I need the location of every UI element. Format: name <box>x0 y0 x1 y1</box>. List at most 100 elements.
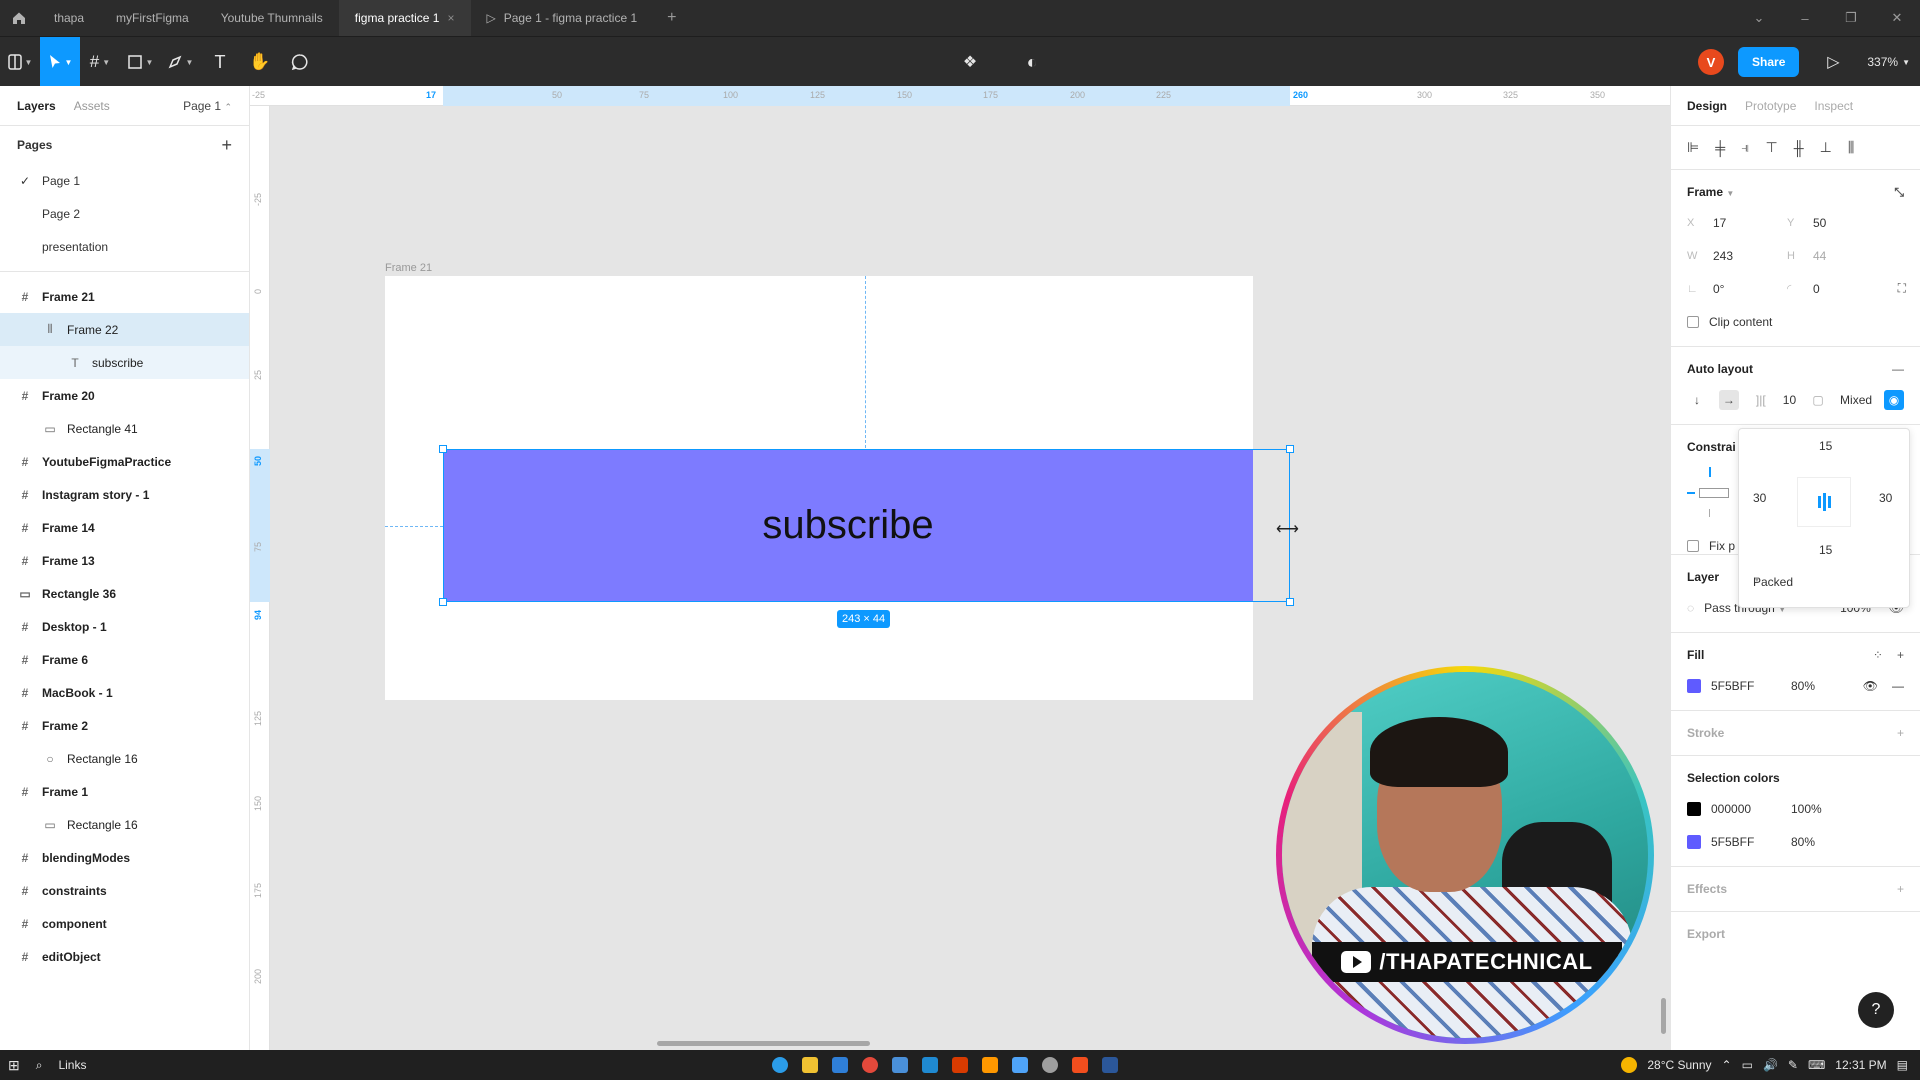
constraints-widget[interactable] <box>1687 465 1737 521</box>
comment-tool[interactable] <box>280 37 320 87</box>
keyboard-icon[interactable]: ⌨ <box>1808 1058 1825 1072</box>
y-field[interactable]: 50 <box>1813 216 1826 230</box>
padding-bottom-field[interactable]: 15 <box>1819 543 1832 557</box>
selection-color-row[interactable]: 5F5BFF 80% <box>1687 825 1904 858</box>
maximize-icon[interactable]: ❐ <box>1828 10 1874 26</box>
share-button[interactable]: Share <box>1738 47 1800 77</box>
app-icon[interactable] <box>1012 1057 1028 1073</box>
file-explorer-icon[interactable] <box>802 1057 818 1073</box>
spacing-field[interactable]: 10 <box>1783 393 1796 407</box>
taskbar-search-label[interactable]: Links <box>58 1058 86 1072</box>
corner-radius-field[interactable]: 0 <box>1813 282 1820 296</box>
frame-title[interactable]: Frame ▼ <box>1687 185 1734 199</box>
chevron-up-icon[interactable]: ⌃ <box>1722 1058 1732 1072</box>
mask-tool[interactable]: ◐ <box>1012 37 1052 87</box>
alignment-grid[interactable] <box>1797 477 1851 527</box>
layer-row[interactable]: # Desktop - 1 <box>0 610 249 643</box>
layer-row[interactable]: # Frame 21 <box>0 280 249 313</box>
tab-layers[interactable]: Layers <box>17 99 56 113</box>
weather-text[interactable]: 28°C Sunny <box>1647 1058 1711 1072</box>
layer-row[interactable]: # editObject <box>0 940 249 973</box>
align-top-icon[interactable]: ⊤ <box>1766 139 1778 156</box>
tab-prototype-page-1[interactable]: ▷ Page 1 - figma practice 1 <box>471 0 654 36</box>
styles-icon[interactable]: ⁘ <box>1873 648 1883 662</box>
layer-row[interactable]: # Frame 13 <box>0 544 249 577</box>
tab-prototype[interactable]: Prototype <box>1745 99 1796 113</box>
align-bottom-icon[interactable]: ⊥ <box>1820 139 1832 156</box>
close-icon[interactable]: × <box>447 11 454 25</box>
distribute-icon[interactable]: ⫼ <box>1848 139 1854 156</box>
tab-thapa[interactable]: thapa <box>38 0 100 36</box>
resize-handle[interactable] <box>439 598 447 606</box>
fill-hex-field[interactable]: 5F5BFF <box>1711 679 1791 693</box>
layer-row[interactable]: ▭ Rectangle 36 <box>0 577 249 610</box>
chrome-icon[interactable] <box>862 1057 878 1073</box>
add-page-button[interactable]: + <box>221 135 232 156</box>
layer-row[interactable]: # Frame 2 <box>0 709 249 742</box>
layer-row[interactable]: ▭ Rectangle 16 <box>0 808 249 841</box>
help-button[interactable]: ? <box>1858 992 1894 1028</box>
search-icon[interactable]: ⌕ <box>36 1058 43 1073</box>
remove-fill-icon[interactable]: — <box>1892 679 1904 693</box>
horizontal-scrollbar[interactable] <box>657 1041 870 1046</box>
volume-icon[interactable]: 🔊 <box>1763 1058 1778 1072</box>
new-tab-button[interactable]: + <box>653 9 690 27</box>
fill-swatch[interactable] <box>1687 678 1701 693</box>
color-swatch[interactable] <box>1687 801 1701 816</box>
independent-corners-icon[interactable]: ⛶ <box>1898 281 1906 296</box>
tab-myfirstfigma[interactable]: myFirstFigma <box>100 0 205 36</box>
remove-auto-layout-icon[interactable]: — <box>1892 362 1904 376</box>
home-icon[interactable] <box>0 0 38 36</box>
eye-icon[interactable]: 👁 <box>1863 679 1878 693</box>
add-effect-icon[interactable]: + <box>1897 882 1904 896</box>
page-item[interactable]: Page 2 <box>0 197 249 230</box>
height-field[interactable]: 44 <box>1813 249 1826 263</box>
selection-color-row[interactable]: 000000 100% <box>1687 792 1904 825</box>
network-icon[interactable]: ▭ <box>1742 1058 1753 1072</box>
notification-icon[interactable]: ▤ <box>1897 1058 1908 1072</box>
color-opacity[interactable]: 100% <box>1791 802 1822 816</box>
vscode-icon[interactable] <box>922 1057 938 1073</box>
shape-tool[interactable]: ▼ <box>120 37 160 87</box>
mail-icon[interactable] <box>832 1057 848 1073</box>
close-window-icon[interactable]: ✕ <box>1874 10 1920 26</box>
add-fill-icon[interactable]: + <box>1897 648 1904 662</box>
hand-tool[interactable]: ✋ <box>240 37 280 87</box>
layer-row[interactable]: Tsubscribe <box>0 346 249 379</box>
resize-to-fit-icon[interactable]: ⤡ <box>1894 185 1904 200</box>
align-right-icon[interactable]: ⫣ <box>1741 139 1749 156</box>
layer-row[interactable]: ▭ Rectangle 41 <box>0 412 249 445</box>
office-icon[interactable] <box>952 1057 968 1073</box>
layer-row[interactable]: # blendingModes <box>0 841 249 874</box>
vertical-direction-icon[interactable]: ↓ <box>1687 390 1707 410</box>
fix-position-checkbox[interactable] <box>1687 539 1699 552</box>
clock[interactable]: 12:31 PM <box>1835 1058 1886 1072</box>
tab-figma-practice-1[interactable]: figma practice 1 × <box>338 0 471 36</box>
align-left-icon[interactable]: ⊫ <box>1687 139 1699 156</box>
pen-tool[interactable]: ▼ <box>160 37 200 87</box>
store-icon[interactable] <box>892 1057 908 1073</box>
layer-row[interactable]: ○ Rectangle 16 <box>0 742 249 775</box>
layer-row[interactable]: # Frame 14 <box>0 511 249 544</box>
align-middle-v-icon[interactable]: ╫ <box>1794 140 1804 156</box>
resize-handle[interactable] <box>439 445 447 453</box>
frame-label[interactable]: Frame 21 <box>385 262 432 274</box>
horizontal-direction-icon[interactable]: → <box>1718 389 1739 410</box>
rotation-field[interactable]: 0° <box>1713 282 1724 296</box>
avatar[interactable]: V <box>1698 49 1725 75</box>
color-opacity[interactable]: 80% <box>1791 835 1815 849</box>
tab-youtube-thumnails[interactable]: Youtube Thumnails <box>205 0 339 36</box>
tab-assets[interactable]: Assets <box>74 99 110 113</box>
padding-left-field[interactable]: 30 <box>1753 491 1766 505</box>
zoom-dropdown[interactable]: 337% ▼ <box>1867 55 1910 69</box>
fill-opacity-field[interactable]: 80% <box>1791 679 1815 693</box>
component-tool[interactable]: ❖ <box>950 37 990 87</box>
resize-handle[interactable] <box>1286 598 1294 606</box>
main-menu-button[interactable]: ▼ <box>0 37 40 87</box>
layer-row[interactable]: # component <box>0 907 249 940</box>
sublime-icon[interactable] <box>982 1057 998 1073</box>
chevron-down-icon[interactable]: ⌄ <box>1736 10 1782 26</box>
width-field[interactable]: 243 <box>1713 249 1733 263</box>
page-item[interactable]: presentation <box>0 230 249 263</box>
individual-padding-icon[interactable]: ◉ <box>1884 389 1904 410</box>
